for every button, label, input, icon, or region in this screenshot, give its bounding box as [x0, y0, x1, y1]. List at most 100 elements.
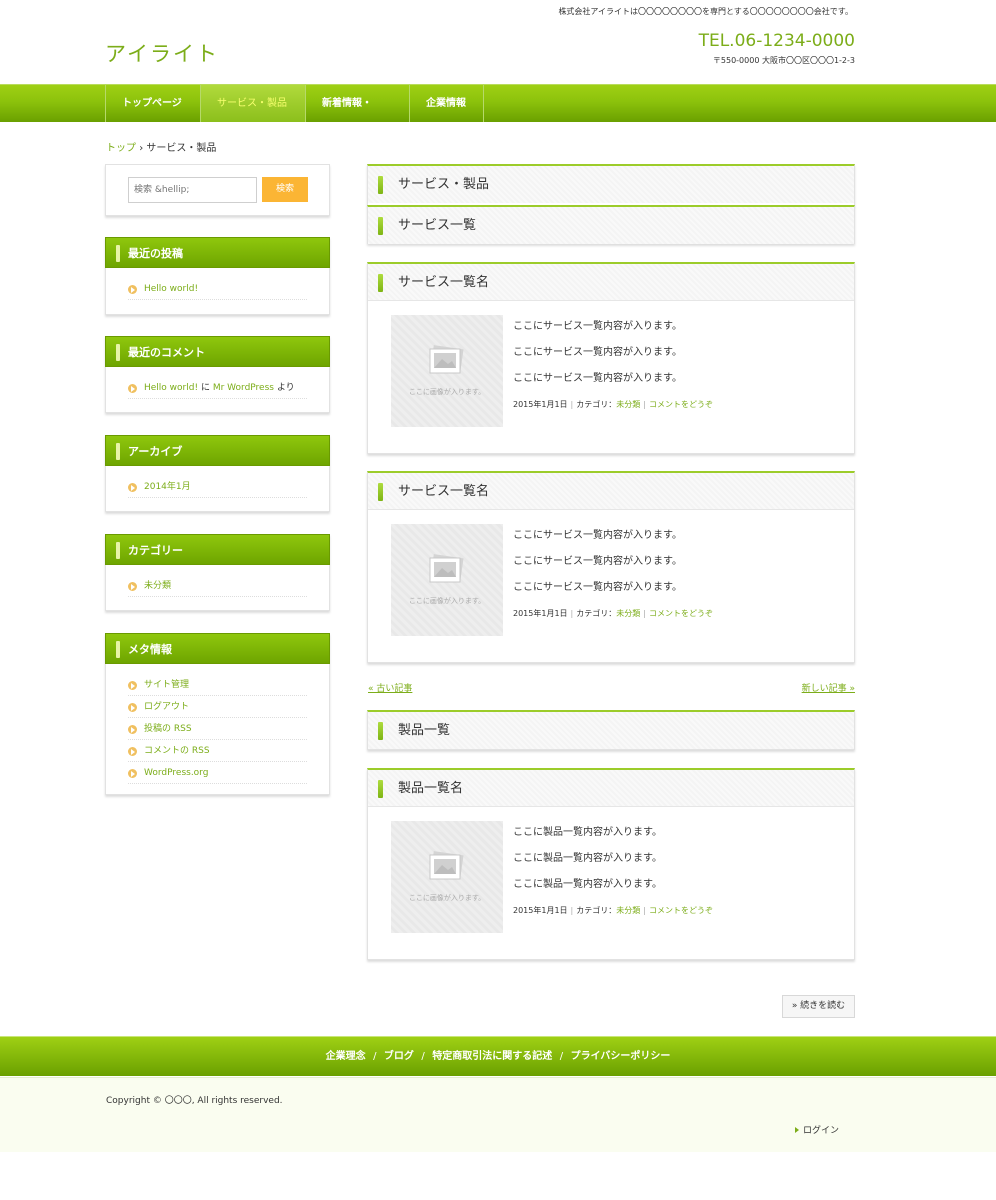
meta-link-comments-rss[interactable]: コメントの RSS: [128, 740, 307, 762]
meta-link-posts-rss[interactable]: 投稿の RSS: [128, 718, 307, 740]
widget-title: メタ情報: [105, 633, 330, 664]
meta-link-logout[interactable]: ログアウト: [128, 696, 307, 718]
site-tagline: 株式会社アイライトは〇〇〇〇〇〇〇〇を専門とする〇〇〇〇〇〇〇〇会社です。: [558, 7, 853, 16]
comment-on-text: に: [200, 383, 210, 393]
widget-title: 最近のコメント: [105, 336, 330, 367]
meta-link-wordpress[interactable]: WordPress.org: [128, 762, 307, 784]
categories-widget: カテゴリー 未分類: [105, 534, 330, 611]
entry-body: ここにサービス一覧内容が入ります。 ここにサービス一覧内容が入ります。 ここにサ…: [513, 314, 843, 418]
recent-posts-widget: 最近の投稿 Hello world!: [105, 237, 330, 315]
widget-title: カテゴリー: [105, 534, 330, 565]
meta-widget: メタ情報 サイト管理 ログアウト 投稿の RSS コメントの RSS WordP…: [105, 633, 330, 795]
entry-meta: 2015年1月1日 | カテゴリ：未分類 | コメントをどうぞ: [513, 906, 713, 915]
global-nav-list: トップページ サービス・製品 新着情報・FAQ 企業情報: [105, 85, 484, 146]
footer-link-blog[interactable]: ブログ: [384, 1051, 414, 1062]
site-header: 株式会社アイライトは〇〇〇〇〇〇〇〇を専門とする〇〇〇〇〇〇〇〇会社です。 アイ…: [0, 0, 996, 84]
entry-line: ここにサービス一覧内容が入ります。: [513, 530, 682, 541]
entry-title[interactable]: サービス一覧名: [368, 473, 854, 510]
comment-author-link[interactable]: Mr WordPress: [213, 383, 274, 393]
thumbnail-caption: ここに画像が入ります。: [408, 597, 486, 605]
entry-thumbnail[interactable]: ここに画像が入ります。: [391, 315, 503, 427]
archives-list: 2014年1月: [106, 466, 329, 506]
product-section-box: 製品一覧: [367, 710, 855, 750]
footer-separator: /: [421, 1051, 425, 1062]
entry-body: ここにサービス一覧内容が入ります。 ここにサービス一覧内容が入ります。 ここにサ…: [513, 523, 843, 627]
entry-date: 2015年1月1日: [513, 609, 568, 618]
entry-line: ここにサービス一覧内容が入ります。: [513, 582, 682, 593]
copyright: Copyright © 〇〇〇, All rights reserved.: [106, 1096, 283, 1106]
entry-comment-link[interactable]: コメントをどうぞ: [649, 906, 713, 915]
categories-list: 未分類: [106, 565, 329, 605]
entry-line: ここにサービス一覧内容が入ります。: [513, 556, 682, 567]
entry-comment-link[interactable]: コメントをどうぞ: [649, 609, 713, 618]
recent-comment-item: Hello world! に Mr WordPress より: [128, 377, 307, 399]
thumbnail-caption: ここに画像が入ります。: [408, 894, 486, 902]
nav-item-services[interactable]: サービス・製品: [201, 85, 306, 122]
breadcrumb-home[interactable]: トップ: [106, 143, 136, 154]
category-link[interactable]: 未分類: [128, 575, 307, 597]
archives-widget: アーカイブ 2014年1月: [105, 435, 330, 512]
search-button[interactable]: 検索: [262, 177, 308, 202]
entry-meta: 2015年1月1日 | カテゴリ：未分類 | コメントをどうぞ: [513, 609, 713, 618]
login-link[interactable]: ログイン: [795, 1123, 839, 1136]
breadcrumb: トップ › サービス・製品: [106, 139, 216, 154]
breadcrumb-separator: ›: [139, 143, 144, 154]
thumbnail-caption: ここに画像が入ります。: [408, 388, 486, 396]
entry-category-label: カテゴリ：: [576, 609, 617, 618]
recent-posts-list: Hello world!: [106, 268, 329, 308]
entry-title[interactable]: 製品一覧名: [368, 770, 854, 807]
search-input[interactable]: [128, 177, 257, 203]
service-section-title: サービス一覧: [368, 207, 854, 244]
recent-comments-widget: 最近のコメント Hello world! に Mr WordPress より: [105, 336, 330, 413]
comment-post-link[interactable]: Hello world!: [144, 383, 198, 393]
entry-category-label: カテゴリ：: [576, 906, 617, 915]
entry-line: ここに製品一覧内容が入ります。: [513, 827, 662, 838]
read-more-button[interactable]: » 続きを読む: [782, 995, 855, 1018]
page-title: サービス・製品: [368, 166, 854, 203]
entry-category-link[interactable]: 未分類: [616, 609, 640, 618]
image-placeholder-icon: [429, 554, 464, 583]
entry-line: ここにサービス一覧内容が入ります。: [513, 347, 682, 358]
entry-meta: 2015年1月1日 | カテゴリ：未分類 | コメントをどうぞ: [513, 400, 713, 409]
recent-comments-list: Hello world! に Mr WordPress より: [106, 367, 329, 407]
nav-item-news-faq[interactable]: 新着情報・FAQ: [306, 85, 410, 146]
service-entry: サービス一覧名 ここに画像が入ります。 ここにサービス一覧内容が入ります。 ここ…: [367, 262, 855, 454]
entry-date: 2015年1月1日: [513, 400, 568, 409]
nav-item-top[interactable]: トップページ: [106, 85, 201, 122]
footer-nav: 企業理念 / ブログ / 特定商取引法に関する記述 / プライバシーポリシー: [0, 1036, 996, 1076]
entry-category-link[interactable]: 未分類: [616, 400, 640, 409]
entry-thumbnail[interactable]: ここに画像が入ります。: [391, 524, 503, 636]
widget-title: アーカイブ: [105, 435, 330, 466]
archive-link[interactable]: 2014年1月: [128, 476, 307, 498]
site-logo[interactable]: アイライト: [105, 38, 219, 68]
recent-post-link[interactable]: Hello world!: [128, 278, 307, 300]
entry-category-link[interactable]: 未分類: [616, 906, 640, 915]
entry-line: ここにサービス一覧内容が入ります。: [513, 373, 682, 384]
image-placeholder-icon: [429, 851, 464, 880]
entry-line: ここに製品一覧内容が入ります。: [513, 879, 662, 890]
footer-separator: /: [373, 1051, 377, 1062]
entry-line: ここに製品一覧内容が入ります。: [513, 853, 662, 864]
entry-category-label: カテゴリ：: [576, 400, 617, 409]
global-nav: トップページ サービス・製品 新着情報・FAQ 企業情報: [0, 84, 996, 146]
entry-body: ここに製品一覧内容が入ります。 ここに製品一覧内容が入ります。 ここに製品一覧内…: [513, 820, 843, 924]
phone-number: TEL.06-1234-0000: [698, 31, 855, 51]
footer-link-privacy[interactable]: プライバシーポリシー: [571, 1051, 671, 1062]
newer-posts-link[interactable]: 新しい記事 »: [802, 681, 855, 694]
entry-date: 2015年1月1日: [513, 906, 568, 915]
service-entry: サービス一覧名 ここに画像が入ります。 ここにサービス一覧内容が入ります。 ここ…: [367, 471, 855, 663]
page-title-box: サービス・製品: [367, 164, 855, 206]
meta-link-admin[interactable]: サイト管理: [128, 674, 307, 696]
entry-thumbnail[interactable]: ここに画像が入ります。: [391, 821, 503, 933]
search-widget: 検索: [105, 164, 330, 216]
footer-link-philosophy[interactable]: 企業理念: [326, 1051, 366, 1062]
service-section-box: サービス一覧: [367, 205, 855, 244]
entry-comment-link[interactable]: コメントをどうぞ: [649, 400, 713, 409]
older-posts-link[interactable]: « 古い記事: [368, 681, 412, 694]
nav-item-company[interactable]: 企業情報: [410, 85, 484, 122]
breadcrumb-current: サービス・製品: [146, 143, 217, 154]
product-section-title: 製品一覧: [368, 712, 854, 749]
site-footer: Copyright © 〇〇〇, All rights reserved. ログ…: [0, 1077, 996, 1152]
entry-title[interactable]: サービス一覧名: [368, 264, 854, 301]
footer-link-tokushoho[interactable]: 特定商取引法に関する記述: [432, 1051, 552, 1062]
